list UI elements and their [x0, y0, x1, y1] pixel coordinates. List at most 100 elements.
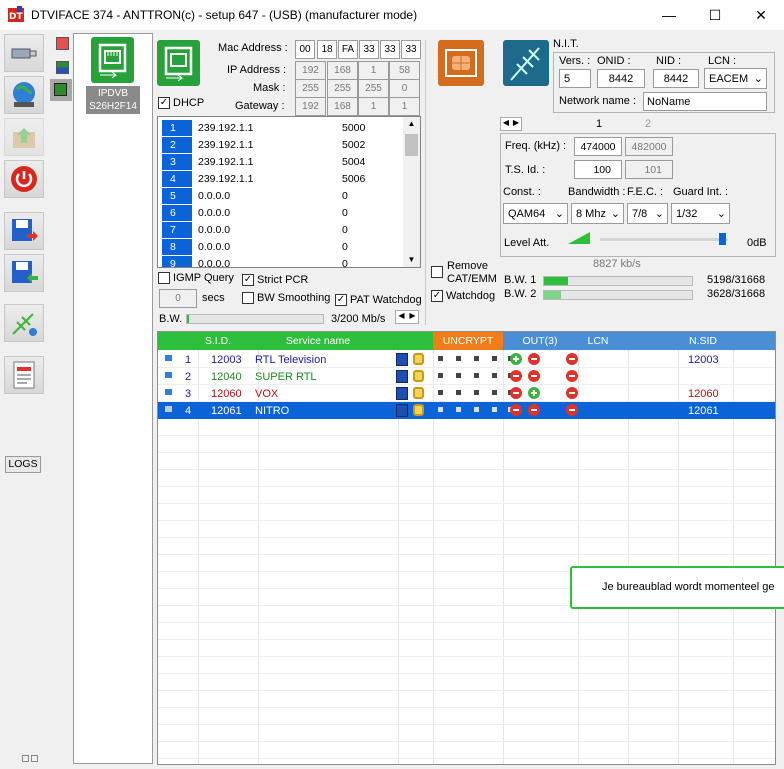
logs-button[interactable]: LOGS — [5, 456, 41, 473]
ip-octet[interactable]: 1 — [358, 61, 389, 80]
constellation-select[interactable]: QAM64 ⌄ — [503, 203, 568, 224]
lcn-toggle-icon[interactable] — [566, 370, 578, 382]
gateway-octet[interactable]: 168 — [327, 97, 358, 116]
lock-icon[interactable] — [413, 353, 424, 365]
level-slider-track[interactable] — [600, 238, 728, 241]
nit-antenna-icon[interactable] — [503, 40, 549, 86]
gateway-octet[interactable]: 192 — [295, 97, 326, 116]
scroll-down-icon[interactable]: ▼ — [403, 253, 420, 267]
sid-header[interactable]: S.I.D. — [198, 332, 238, 350]
ip-octet[interactable]: 192 — [295, 61, 326, 80]
service-name-header[interactable]: Service name — [258, 332, 378, 350]
dhcp-checkbox[interactable]: ✓ DHCP — [158, 97, 204, 109]
output-toggle-icon[interactable] — [528, 387, 540, 399]
device-label[interactable]: IPDVB S26H2F14 — [86, 86, 140, 114]
red-view-toggle[interactable] — [56, 37, 69, 50]
uncrypt-toggle-icon[interactable] — [456, 390, 461, 395]
ip-output-row[interactable]: 3 239.192.1.1 5004 — [158, 153, 403, 170]
lcn-toggle-icon[interactable] — [566, 353, 578, 365]
ip-octet[interactable]: 168 — [327, 61, 358, 80]
ip-output-row[interactable]: 1 239.192.1.1 5000 — [158, 119, 403, 136]
guard-interval-select[interactable]: 1/32 ⌄ — [671, 203, 730, 224]
ip-output-row[interactable]: 8 0.0.0.0 0 — [158, 238, 403, 255]
uncrypt-toggle-icon[interactable] — [438, 373, 443, 378]
lcn-header[interactable]: LCN — [583, 332, 613, 350]
ip-output-row[interactable]: 7 0.0.0.0 0 — [158, 221, 403, 238]
igmp-secs-input[interactable]: 0 — [159, 289, 197, 308]
power-button[interactable] — [4, 160, 44, 198]
lcn-toggle-icon[interactable] — [566, 404, 578, 416]
green-view-toggle[interactable] — [56, 61, 69, 74]
freq-input-2[interactable]: 482000 — [625, 137, 673, 156]
ip-output-row[interactable]: 5 0.0.0.0 0 — [158, 187, 403, 204]
report-button[interactable] — [4, 356, 44, 394]
ip-table-scrollbar[interactable]: ▲ ▼ — [403, 117, 420, 267]
ethernet-device-icon[interactable] — [91, 37, 134, 83]
tuner-tab-1[interactable]: 1 — [596, 118, 602, 130]
uncrypt-toggle-icon[interactable] — [492, 407, 497, 412]
network-globe-button[interactable] — [4, 76, 44, 114]
output-toggle-icon[interactable] — [528, 404, 540, 416]
uncrypt-toggle-icon[interactable] — [438, 390, 443, 395]
mask-octet[interactable]: 255 — [295, 79, 326, 98]
lock-icon[interactable] — [413, 404, 424, 416]
remove-catemm-checkbox[interactable] — [431, 266, 443, 278]
lock-icon[interactable] — [413, 370, 424, 382]
tuner-tab-scroll[interactable]: ◀ ▶ — [500, 117, 522, 131]
uncrypt-toggle-icon[interactable] — [456, 407, 461, 412]
ip-output-row[interactable]: 2 239.192.1.1 5002 — [158, 136, 403, 153]
maximize-button[interactable]: ☐ — [692, 0, 738, 30]
output-toggle-icon[interactable] — [528, 353, 540, 365]
tuner-tab-2[interactable]: 2 — [645, 118, 651, 130]
bw-smoothing-checkbox[interactable]: BW Smoothing — [242, 292, 330, 304]
mask-octet[interactable]: 255 — [327, 79, 358, 98]
lcn-toggle-icon[interactable] — [566, 387, 578, 399]
service-row[interactable]: 1 12003 RTL Television 12003 — [158, 351, 775, 368]
scroll-thumb[interactable] — [405, 134, 418, 156]
uncrypt-toggle-icon[interactable] — [474, 373, 479, 378]
view-toggle-selected[interactable] — [50, 79, 72, 101]
bw-spinner[interactable]: ◀ ▶ — [395, 310, 419, 324]
uncrypt-toggle-icon[interactable] — [492, 373, 497, 378]
mask-octet[interactable]: 0 — [389, 79, 420, 98]
cam-module-icon[interactable] — [438, 40, 484, 86]
uncrypt-toggle-icon[interactable] — [456, 373, 461, 378]
output-toggle-icon[interactable] — [510, 404, 522, 416]
service-row[interactable]: 2 12040 SUPER RTL — [158, 368, 775, 385]
freq-input[interactable]: 474000 — [574, 137, 622, 156]
gateway-octet[interactable]: 1 — [389, 97, 420, 116]
uncrypt-toggle-icon[interactable] — [438, 407, 443, 412]
minimize-button[interactable]: — — [646, 0, 692, 30]
scroll-up-icon[interactable]: ▲ — [403, 117, 420, 131]
save-to-device-button[interactable] — [4, 212, 44, 250]
lock-icon[interactable] — [413, 387, 424, 399]
output-toggle-icon[interactable] — [510, 387, 522, 399]
bandwidth-select[interactable]: 8 Mhz ⌄ — [571, 203, 624, 224]
uncrypt-toggle-icon[interactable] — [492, 390, 497, 395]
strict-pcr-checkbox[interactable]: ✓ Strict PCR — [242, 274, 308, 286]
nsid-header[interactable]: N.SID — [683, 332, 723, 350]
igmp-query-checkbox[interactable]: IGMP Query — [158, 272, 234, 284]
ip-output-row[interactable]: 4 239.192.1.1 5006 — [158, 170, 403, 187]
mask-octet[interactable]: 255 — [358, 79, 389, 98]
close-button[interactable]: ✕ — [738, 0, 784, 30]
out-header[interactable]: OUT(3) — [518, 332, 562, 350]
uncrypt-toggle-icon[interactable] — [474, 407, 479, 412]
output-toggle-icon[interactable] — [510, 353, 522, 365]
service-row[interactable]: 3 12060 VOX 12060 — [158, 385, 775, 402]
lcn-select[interactable]: EACEM ⌄ — [704, 68, 767, 89]
ip-output-row[interactable]: 9 0.0.0.0 0 — [158, 255, 403, 267]
usb-button[interactable] — [4, 34, 44, 72]
fec-select[interactable]: 7/8 ⌄ — [627, 203, 668, 224]
ip-output-row[interactable]: 6 0.0.0.0 0 — [158, 204, 403, 221]
upload-button[interactable] — [4, 118, 44, 156]
watchdog-checkbox[interactable]: ✓ Watchdog — [431, 290, 495, 302]
gateway-octet[interactable]: 1 — [358, 97, 389, 116]
ip-octet[interactable]: 58 — [389, 61, 420, 80]
service-row[interactable]: 4 12061 NITRO 12061 — [158, 402, 775, 419]
uncrypt-header[interactable]: UNCRYPT — [433, 332, 503, 350]
level-slider-thumb[interactable] — [719, 233, 726, 245]
output-toggle-icon[interactable] — [528, 370, 540, 382]
load-from-device-button[interactable] — [4, 254, 44, 292]
uncrypt-toggle-icon[interactable] — [474, 356, 479, 361]
